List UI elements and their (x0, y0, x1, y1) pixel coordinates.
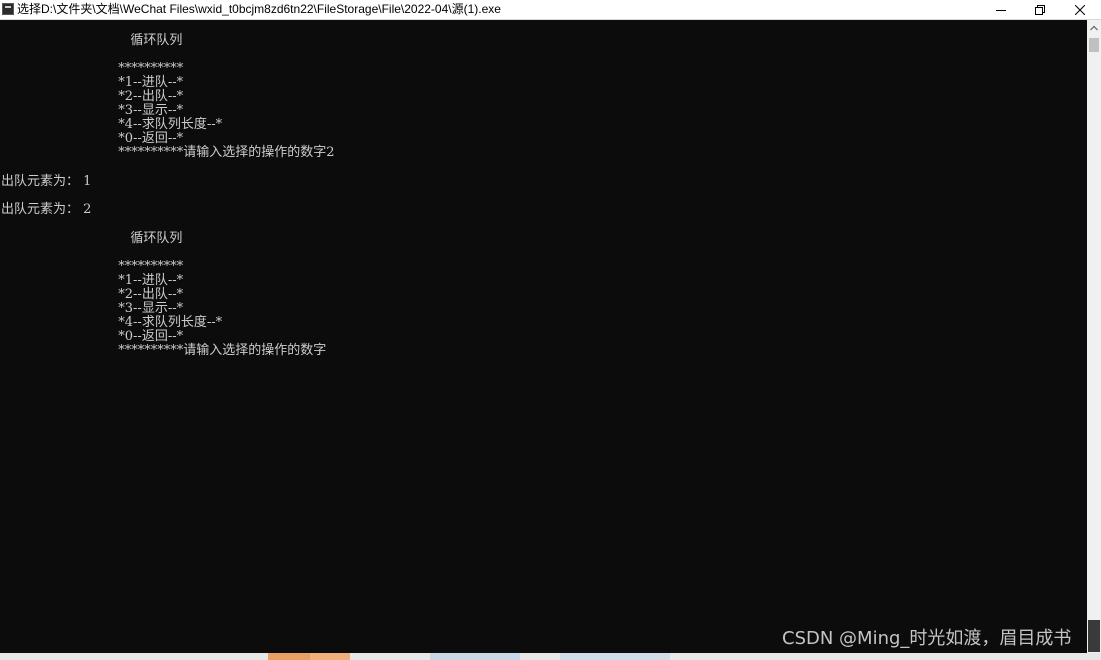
console-line: 出队元素为： 2 (1, 202, 92, 217)
restore-button[interactable] (1020, 0, 1060, 19)
console-line: **********请输入选择的操作的数字2 (110, 145, 335, 160)
console-line: *0--返回--* (110, 329, 184, 344)
console-line: *1--进队--* (110, 75, 184, 90)
console-line: ********** (110, 259, 184, 274)
console-line: 循环队列 (118, 231, 183, 246)
console-line: *0--返回--* (110, 131, 184, 146)
restore-icon (1035, 4, 1045, 15)
console-line: *2--出队--* (110, 287, 184, 302)
taskbar-segment (310, 653, 350, 660)
console-line: *4--求队列长度--* (110, 117, 223, 132)
window-titlebar: 选择D:\文件夹\文档\WeChat Files\wxid_t0bcjm8zd6… (0, 0, 1101, 20)
scroll-thumb[interactable] (1089, 38, 1099, 52)
console-line: *3--显示--* (110, 103, 184, 118)
taskbar-segment (430, 653, 520, 660)
taskbar-segment (268, 653, 310, 660)
window-title: 选择D:\文件夹\文档\WeChat Files\wxid_t0bcjm8zd6… (17, 2, 501, 16)
console-line: 出队元素为： 1 (1, 174, 92, 189)
taskbar-segment (560, 653, 670, 660)
console-app-icon[interactable] (2, 3, 14, 15)
console-line: *3--显示--* (110, 301, 184, 316)
scroll-up-button[interactable] (1087, 20, 1101, 36)
chevron-up-icon (1090, 25, 1098, 31)
minimize-button[interactable] (981, 0, 1021, 19)
minimize-icon (996, 9, 1006, 11)
console-line: *4--求队列长度--* (110, 315, 223, 330)
console-line: 循环队列 (118, 33, 183, 48)
console-line: **********请输入选择的操作的数字 (110, 343, 327, 358)
console-output[interactable]: 循环队列 ********** *1--进队--* *2--出队--* *3--… (0, 20, 1087, 653)
vertical-scrollbar[interactable] (1087, 20, 1101, 653)
scroll-down-region[interactable] (1088, 620, 1100, 652)
console-line: ********** (110, 61, 184, 76)
close-icon (1075, 4, 1085, 15)
close-button[interactable] (1060, 0, 1100, 19)
csdn-watermark: CSDN @Ming_时光如渡，眉目成书 (782, 628, 1072, 649)
taskbar-strip (0, 653, 1101, 660)
console-line: *2--出队--* (110, 89, 184, 104)
console-line: *1--进队--* (110, 273, 184, 288)
